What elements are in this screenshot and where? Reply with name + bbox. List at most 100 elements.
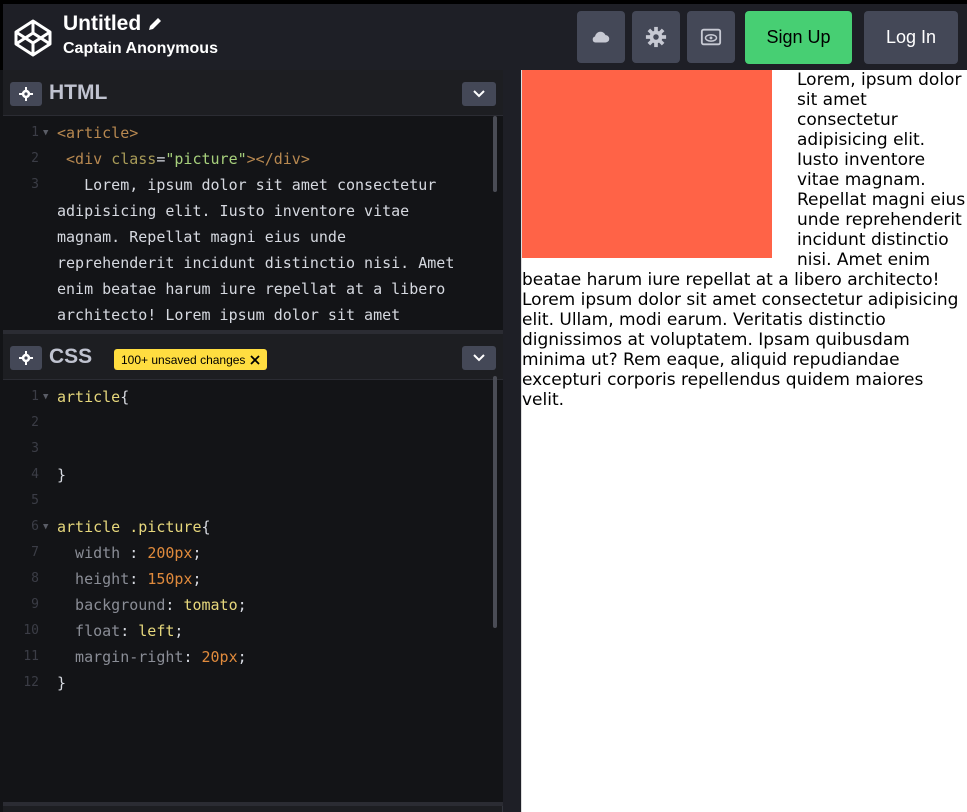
line-number: 5 <box>31 493 39 508</box>
code-line[interactable]: 10 float: left; <box>3 618 503 644</box>
code-token: adipisicing elit. Iusto inventore vitae <box>57 202 410 220</box>
code-line[interactable]: enim beatae harum iure repellat at a lib… <box>3 276 503 302</box>
code-token: ; <box>192 544 202 562</box>
chevron-down-icon <box>473 354 485 362</box>
code-text: architecto! Lorem ipsum dolor sit amet <box>57 302 400 328</box>
code-token: class <box>111 150 157 168</box>
code-text: } <box>57 670 66 696</box>
code-line[interactable]: 8 height: 150px; <box>3 566 503 592</box>
cloud-icon <box>592 31 610 43</box>
css-code-editor[interactable]: 1 ▼ article{2 3 4} 5 6 ▼ article .picture{7 widt… <box>3 380 503 802</box>
pencil-icon[interactable] <box>147 16 163 32</box>
code-line[interactable]: architecto! Lorem ipsum dolor sit amet <box>3 302 503 328</box>
code-text: <article> <box>57 120 138 146</box>
code-line[interactable]: 7 width : 200px; <box>3 540 503 566</box>
html-editor-scrollbar[interactable] <box>493 116 497 192</box>
code-line[interactable]: 12} <box>3 670 503 696</box>
code-text: reprehenderit incidunt distinctio nisi. … <box>57 250 454 276</box>
code-line[interactable]: 3 <box>3 436 503 462</box>
code-text: } <box>57 462 66 488</box>
pen-title-text: Untitled <box>63 12 142 35</box>
code-token: : <box>165 596 184 614</box>
code-line[interactable]: 2 <div class="picture"></div> <box>3 146 503 172</box>
chevron-down-icon <box>473 90 485 98</box>
fold-arrow-icon[interactable]: ▼ <box>43 514 48 540</box>
css-editor-scrollbar[interactable] <box>493 376 497 628</box>
code-token: background <box>57 596 166 614</box>
code-line[interactable]: 5 <box>3 488 503 514</box>
fold-arrow-icon[interactable]: ▼ <box>43 120 48 146</box>
code-line[interactable]: 9 background: tomato; <box>3 592 503 618</box>
preview-article: Lorem, ipsum dolor sit amet consectetur … <box>522 70 967 410</box>
code-token: : <box>120 622 139 640</box>
save-cloud-button[interactable] <box>577 11 625 63</box>
css-panel-title: CSS <box>49 345 93 368</box>
code-text: article .picture{ <box>57 514 211 540</box>
preview-resizer[interactable] <box>503 70 521 812</box>
html-panel-header: HTML <box>3 70 503 116</box>
code-text: <div class="picture"></div> <box>57 146 310 172</box>
css-settings-button[interactable] <box>10 346 42 370</box>
code-text: magnam. Repellat magni eius unde <box>57 224 346 250</box>
panel-resizer-bottom[interactable] <box>3 802 503 806</box>
unsaved-changes-badge[interactable]: 100+ unsaved changes <box>114 349 268 370</box>
code-line[interactable]: magnam. Repellat magni eius unde <box>3 224 503 250</box>
code-token: ; <box>192 570 202 588</box>
line-number: 2 <box>31 151 39 166</box>
preview-picture-box <box>522 70 772 258</box>
sign-up-button[interactable]: Sign Up <box>745 11 852 64</box>
change-view-button[interactable] <box>687 11 735 63</box>
code-text: Lorem, ipsum dolor sit amet consectetur <box>57 172 436 198</box>
code-token: ; <box>237 596 247 614</box>
code-token: { <box>120 388 130 406</box>
code-token: ; <box>174 622 184 640</box>
code-token: article <box>57 388 121 406</box>
code-line[interactable]: 4} <box>3 462 503 488</box>
line-number: 1 <box>31 125 39 140</box>
css-panel-menu-button[interactable] <box>462 346 496 370</box>
code-token: height <box>57 570 130 588</box>
author-name[interactable]: Captain Anonymous <box>63 40 218 58</box>
fold-arrow-icon[interactable]: ▼ <box>43 384 48 410</box>
line-number: 4 <box>31 467 39 482</box>
code-line[interactable]: 6 ▼ article .picture{ <box>3 514 503 540</box>
code-line[interactable]: 11 margin-right: 20px; <box>3 644 503 670</box>
html-panel-menu-button[interactable] <box>462 82 496 106</box>
code-token: magnam. Repellat magni eius unde <box>57 228 346 246</box>
code-token: { <box>201 518 211 536</box>
codepen-logo-icon[interactable] <box>13 18 53 58</box>
pen-title[interactable]: Untitled <box>63 12 218 36</box>
html-code-editor[interactable]: 1 ▼ <article> 2 <div class="picture"></div>… <box>3 116 503 330</box>
line-number: 1 <box>31 389 39 404</box>
line-number: 9 <box>31 597 39 612</box>
code-token: tomato <box>183 596 238 614</box>
code-token: } <box>57 466 67 484</box>
code-line[interactable]: 1 ▼ article{ <box>3 384 503 410</box>
code-token: width <box>57 544 121 562</box>
pen-title-block: Untitled Captain Anonymous <box>63 12 218 58</box>
html-settings-button[interactable] <box>10 82 42 106</box>
close-icon[interactable] <box>250 354 261 365</box>
css-panel-header: CSS 100+ unsaved changes <box>3 334 503 380</box>
log-in-button[interactable]: Log In <box>864 11 958 64</box>
code-token: <div <box>57 150 112 168</box>
code-token: 200px <box>147 544 193 562</box>
unsaved-changes-text: 100+ unsaved changes <box>121 352 246 367</box>
settings-button[interactable] <box>632 11 680 63</box>
code-line[interactable]: adipisicing elit. Iusto inventore vitae <box>3 198 503 224</box>
preview-pane: Lorem, ipsum dolor sit amet consectetur … <box>521 70 967 812</box>
code-text: float: left; <box>57 618 183 644</box>
code-line[interactable]: 1 ▼ <article> <box>3 120 503 146</box>
line-number: 2 <box>31 415 39 430</box>
code-text: article{ <box>57 384 129 410</box>
app-header: Untitled Captain Anonymous Sign Up Log I… <box>0 0 967 70</box>
line-number: 8 <box>31 571 39 586</box>
code-token: 150px <box>147 570 193 588</box>
code-token: Lorem, ipsum dolor sit amet consectetur <box>57 176 437 194</box>
code-line[interactable]: 2 <box>3 410 503 436</box>
code-token: : <box>129 570 148 588</box>
code-text: background: tomato; <box>57 592 247 618</box>
code-text: margin-right: 20px; <box>57 644 247 670</box>
code-line[interactable]: reprehenderit incidunt distinctio nisi. … <box>3 250 503 276</box>
code-line[interactable]: 3 Lorem, ipsum dolor sit amet consectetu… <box>3 172 503 198</box>
